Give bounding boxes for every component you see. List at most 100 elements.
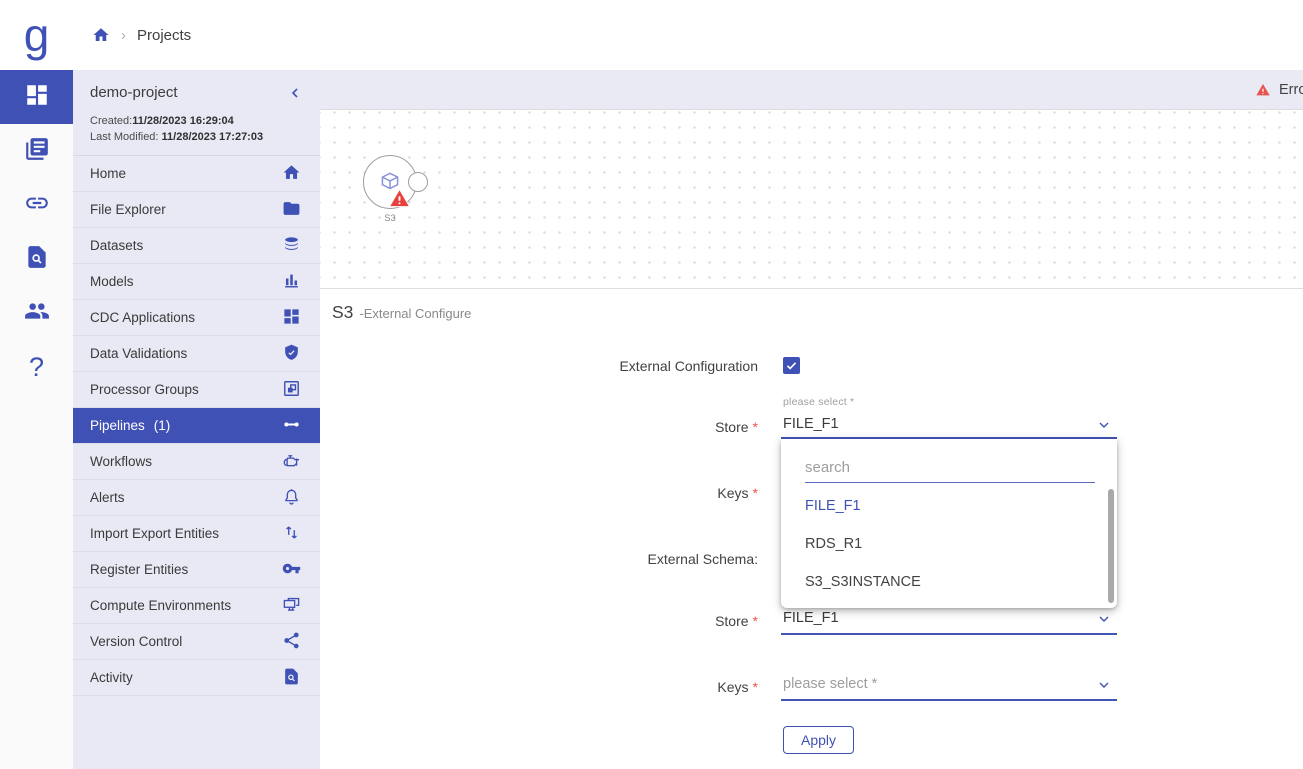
sidebar-item-activity[interactable]: Activity bbox=[73, 660, 320, 696]
monitors-icon bbox=[282, 595, 301, 617]
project-name: demo-project bbox=[90, 84, 178, 101]
sidebar-item-processor-groups[interactable]: Processor Groups bbox=[73, 372, 320, 408]
error-status[interactable]: Error bbox=[1255, 70, 1303, 110]
s3-node-label: S3 bbox=[353, 213, 427, 224]
rail-item-people[interactable] bbox=[0, 286, 73, 340]
panel-title-main: S3 bbox=[332, 302, 353, 323]
sidebar-item-home[interactable]: Home bbox=[73, 156, 320, 192]
rail-item-link[interactable] bbox=[0, 178, 73, 232]
breadcrumb-home-icon[interactable] bbox=[92, 26, 110, 44]
brand-logo: g bbox=[0, 0, 73, 70]
breadcrumb-page[interactable]: Projects bbox=[137, 27, 191, 44]
sidebar-item-label: Alerts bbox=[90, 490, 125, 505]
keys2-label: Keys* bbox=[320, 679, 758, 695]
rail-item-help[interactable]: ? bbox=[0, 340, 73, 394]
key-icon bbox=[282, 559, 301, 581]
required-marker: * bbox=[753, 679, 758, 695]
sidebar-item-label: Home bbox=[90, 166, 126, 181]
store-select-value[interactable]: FILE_F1 bbox=[783, 416, 839, 432]
home-icon bbox=[282, 163, 301, 185]
node-error-badge-icon bbox=[388, 187, 411, 210]
widgets-icon bbox=[282, 307, 301, 329]
rail-item-dashboard[interactable] bbox=[0, 70, 73, 124]
bar-chart-icon bbox=[282, 271, 301, 293]
icon-rail: g ? bbox=[0, 0, 73, 769]
sidebar-item-label: Workflows bbox=[90, 454, 152, 469]
keys-label: Keys* bbox=[320, 485, 758, 501]
sidebar-item-label: Models bbox=[90, 274, 134, 289]
external-configuration-label: External Configuration bbox=[320, 358, 758, 374]
processor-group-icon bbox=[282, 379, 301, 401]
sidebar-item-datasets[interactable]: Datasets bbox=[73, 228, 320, 264]
chevron-down-icon[interactable] bbox=[1096, 611, 1112, 627]
store2-select-value[interactable]: FILE_F1 bbox=[783, 610, 839, 626]
sidebar-item-label: CDC Applications bbox=[90, 310, 195, 325]
sidebar-item-label: Pipelines(1) bbox=[90, 418, 170, 433]
help-icon: ? bbox=[29, 352, 44, 383]
sidebar-item-file-explorer[interactable]: File Explorer bbox=[73, 192, 320, 228]
chevron-down-icon[interactable] bbox=[1096, 417, 1112, 433]
s3-node-output-port[interactable] bbox=[408, 172, 428, 192]
share-icon bbox=[282, 631, 301, 653]
main-panel: Error S3 S3 -External Configure External… bbox=[320, 70, 1303, 769]
dropdown-scrollbar[interactable] bbox=[1108, 489, 1114, 603]
datasets-icon bbox=[282, 235, 301, 257]
sidebar-collapse-button[interactable] bbox=[287, 85, 303, 101]
created-value: 11/28/2023 16:29:04 bbox=[132, 115, 234, 127]
keys2-select-underline bbox=[781, 699, 1117, 701]
sidebar-item-alerts[interactable]: Alerts bbox=[73, 480, 320, 516]
sidebar-item-version-control[interactable]: Version Control bbox=[73, 624, 320, 660]
sidebar-item-import-export[interactable]: Import Export Entities bbox=[73, 516, 320, 552]
sidebar-item-pipelines[interactable]: Pipelines(1) bbox=[73, 408, 320, 444]
sidebar-item-label: Data Validations bbox=[90, 346, 187, 361]
check-icon bbox=[785, 359, 798, 372]
sidebar-item-compute-environments[interactable]: Compute Environments bbox=[73, 588, 320, 624]
dropdown-search-input[interactable] bbox=[805, 455, 1095, 483]
sidebar-item-label: File Explorer bbox=[90, 202, 166, 217]
sidebar-header: demo-project bbox=[73, 70, 320, 107]
project-sidebar: demo-project Created:11/28/2023 16:29:04… bbox=[73, 70, 320, 769]
sidebar-item-label: Activity bbox=[90, 670, 133, 685]
sidebar-item-workflows[interactable]: Workflows bbox=[73, 444, 320, 480]
store2-select-underline bbox=[781, 633, 1117, 635]
breadcrumb-separator: › bbox=[121, 27, 126, 44]
sidebar-item-label: Import Export Entities bbox=[90, 526, 219, 541]
pipeline-canvas[interactable]: S3 bbox=[320, 111, 1303, 287]
store-select-dropdown: FILE_F1 RDS_R1 S3_S3INSTANCE bbox=[781, 439, 1117, 608]
rail-item-document-search[interactable] bbox=[0, 232, 73, 286]
chevron-down-icon[interactable] bbox=[1096, 677, 1112, 693]
sidebar-item-label: Register Entities bbox=[90, 562, 188, 577]
external-configuration-checkbox[interactable] bbox=[783, 357, 800, 374]
required-marker: * bbox=[753, 419, 758, 435]
people-icon bbox=[24, 298, 50, 329]
external-configure-panel: S3 -External Configure External Configur… bbox=[320, 288, 1303, 769]
top-bar: › Projects bbox=[73, 0, 1303, 70]
dropdown-option-file-f1[interactable]: FILE_F1 bbox=[805, 498, 861, 514]
sidebar-item-register-entities[interactable]: Register Entities bbox=[73, 552, 320, 588]
library-icon bbox=[24, 136, 50, 167]
dropdown-option-rds-r1[interactable]: RDS_R1 bbox=[805, 536, 862, 552]
pipelines-count: (1) bbox=[154, 418, 171, 433]
folder-icon bbox=[282, 199, 301, 221]
engine-icon bbox=[282, 451, 301, 473]
apply-button[interactable]: Apply bbox=[783, 726, 854, 754]
sidebar-item-cdc-applications[interactable]: CDC Applications bbox=[73, 300, 320, 336]
required-marker: * bbox=[753, 485, 758, 501]
sidebar-item-data-validations[interactable]: Data Validations bbox=[73, 336, 320, 372]
dropdown-option-s3-s3instance[interactable]: S3_S3INSTANCE bbox=[805, 574, 921, 590]
pipeline-icon bbox=[282, 415, 301, 437]
sidebar-item-label: Compute Environments bbox=[90, 598, 231, 613]
app-window: g ? › Projects demo-project Cre bbox=[0, 0, 1303, 769]
modified-label: Last Modified: bbox=[90, 131, 162, 143]
keys2-select-placeholder[interactable]: please select * bbox=[783, 676, 877, 692]
required-marker: * bbox=[753, 613, 758, 629]
panel-title: S3 -External Configure bbox=[332, 302, 471, 323]
panel-title-sub: -External Configure bbox=[359, 306, 471, 321]
warning-icon bbox=[1255, 82, 1271, 98]
sidebar-item-models[interactable]: Models bbox=[73, 264, 320, 300]
dashboard-icon bbox=[24, 82, 50, 113]
store-label: Store* bbox=[320, 419, 758, 435]
s3-node[interactable]: S3 bbox=[363, 155, 417, 209]
rail-item-library[interactable] bbox=[0, 124, 73, 178]
import-export-icon bbox=[282, 523, 301, 545]
